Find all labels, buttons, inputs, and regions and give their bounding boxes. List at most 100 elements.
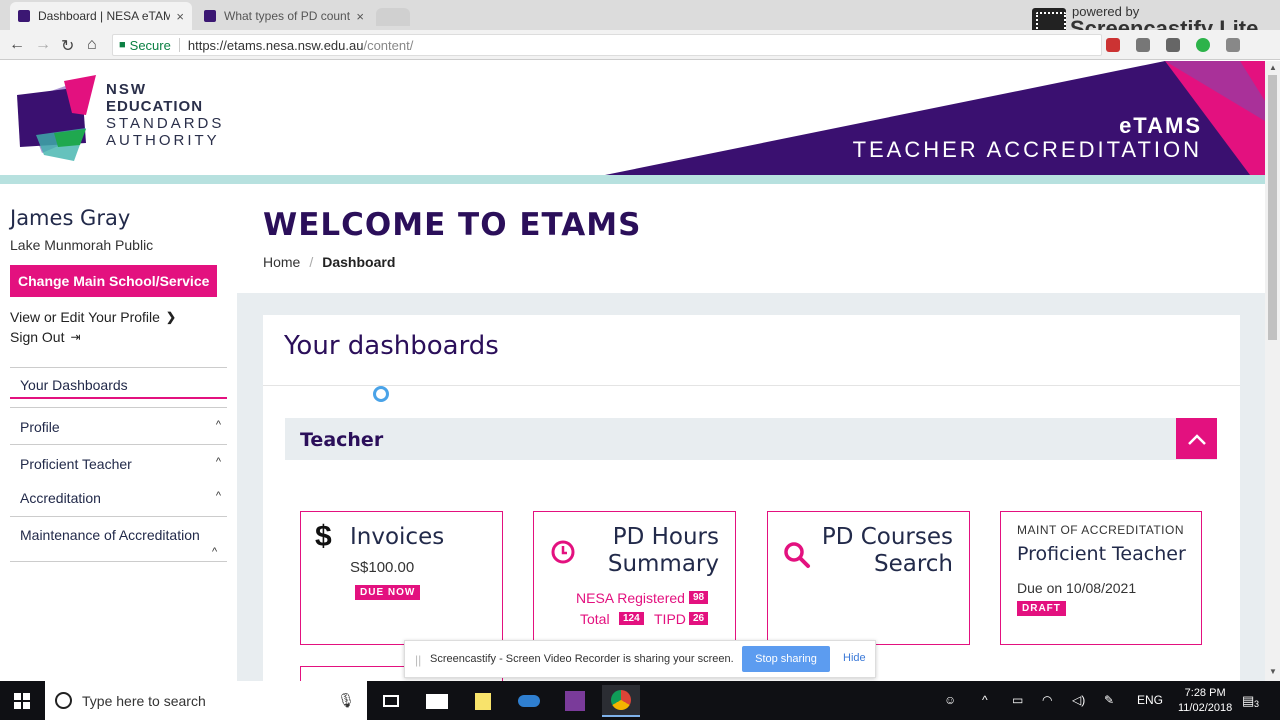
page-scrollbar[interactable]: ▲ ▼ bbox=[1265, 61, 1280, 681]
tab-pd-types[interactable]: What types of PD count | NESA × bbox=[196, 2, 372, 30]
divider bbox=[10, 444, 227, 445]
new-tab-button[interactable] bbox=[376, 8, 410, 26]
sidebar-item-profile[interactable]: Profile ^ bbox=[10, 419, 227, 435]
secure-label: Secure bbox=[129, 37, 171, 53]
divider bbox=[178, 38, 180, 52]
back-arrow-icon[interactable]: ← bbox=[9, 36, 25, 54]
nesa-logo bbox=[17, 75, 96, 161]
lock-icon: ■ bbox=[119, 39, 126, 51]
sidebar-item-your-dashboards[interactable]: Your Dashboards bbox=[10, 377, 227, 393]
taskbar-search-input[interactable]: Type here to search 🎙 bbox=[45, 681, 367, 720]
nesa-favicon-icon bbox=[204, 10, 216, 22]
microphone-icon[interactable]: 🎙 bbox=[337, 692, 355, 709]
sidebar-item-label: Your Dashboards bbox=[20, 377, 128, 393]
chevron-up-icon: ^ bbox=[215, 456, 221, 468]
status-badge: DUE NOW bbox=[355, 585, 421, 600]
battery-icon[interactable]: ▭ bbox=[1012, 693, 1023, 707]
view-profile-link[interactable]: View or Edit Your Profile ❯ bbox=[10, 309, 176, 325]
card-title: Invoices bbox=[350, 524, 445, 550]
pd-hours-card[interactable]: PD Hours Summary NESA Registered 98 Tota… bbox=[533, 511, 736, 645]
scroll-up-icon[interactable]: ▲ bbox=[1269, 63, 1277, 72]
reload-icon[interactable]: ↻ bbox=[61, 36, 74, 56]
tipd-value: 26 bbox=[689, 612, 709, 625]
search-placeholder: Type here to search bbox=[82, 692, 206, 709]
divider bbox=[10, 367, 227, 368]
breadcrumb: Home / Dashboard bbox=[263, 254, 395, 270]
app-title: eTAMS bbox=[1119, 113, 1202, 138]
tab-dashboard[interactable]: Dashboard | NESA eTAMS × bbox=[10, 2, 192, 30]
teacher-section-header bbox=[285, 418, 1217, 460]
sign-out-link[interactable]: Sign Out ⇥ bbox=[10, 329, 81, 345]
sidebar-item-label: Accreditation bbox=[20, 490, 101, 506]
home-icon[interactable]: ⌂ bbox=[87, 36, 97, 54]
chrome-icon[interactable] bbox=[602, 685, 640, 717]
extension-icon[interactable] bbox=[1136, 38, 1150, 52]
url-input[interactable]: ■ Secure https://etams.nesa.nsw.edu.au /… bbox=[112, 34, 1102, 56]
taskbar: Type here to search 🎙 ☺ ^ ▭ ◠ ◁) ✎ ENG 7… bbox=[0, 681, 1280, 720]
sidebar-item-label: Profile bbox=[20, 419, 60, 435]
stop-sharing-button[interactable]: Stop sharing bbox=[742, 646, 830, 672]
sidebar-item-proficient-teacher[interactable]: Proficient Teacher ^ bbox=[10, 456, 227, 472]
close-icon[interactable]: × bbox=[356, 9, 364, 24]
volume-icon[interactable]: ◁) bbox=[1072, 693, 1085, 707]
extension-icon[interactable] bbox=[1196, 38, 1210, 52]
logo-wordmark: NSW EDUCATION STANDARDS AUTHORITY bbox=[106, 81, 224, 149]
page-title: WELCOME TO ETAMS bbox=[263, 207, 642, 243]
logo-line: AUTHORITY bbox=[106, 132, 220, 149]
section-title: Teacher bbox=[300, 429, 384, 451]
sidebar: James Gray Lake Munmorah Public Change M… bbox=[0, 184, 237, 681]
screen-share-bar: || Screencastify - Screen Video Recorder… bbox=[404, 640, 876, 678]
clock-icon bbox=[551, 540, 575, 564]
invoices-card[interactable]: $ Invoices S$100.00 DUE NOW bbox=[300, 511, 503, 645]
onedrive-icon[interactable] bbox=[510, 685, 548, 717]
collapse-section-button[interactable] bbox=[1176, 418, 1217, 459]
sticky-notes-icon[interactable] bbox=[464, 685, 502, 717]
change-school-button[interactable]: Change Main School/Service bbox=[10, 265, 217, 297]
drag-handle[interactable]: || bbox=[415, 653, 421, 667]
logo-line: EDUCATION bbox=[106, 98, 204, 115]
divider bbox=[10, 561, 227, 562]
wifi-icon[interactable]: ◠ bbox=[1042, 693, 1052, 707]
forward-arrow-icon[interactable]: → bbox=[35, 36, 51, 54]
card-title-line: Summary bbox=[607, 551, 719, 577]
active-underline bbox=[10, 397, 227, 399]
onenote-icon[interactable] bbox=[556, 685, 594, 717]
language-indicator[interactable]: ENG bbox=[1137, 693, 1163, 707]
close-icon[interactable]: × bbox=[176, 9, 184, 24]
cursor-indicator-icon bbox=[373, 386, 389, 402]
chevron-up-icon[interactable]: ^ bbox=[982, 693, 988, 707]
pd-courses-card[interactable]: PD Courses Search bbox=[767, 511, 970, 645]
divider bbox=[263, 385, 1240, 386]
task-view-icon[interactable] bbox=[372, 685, 410, 717]
card-kicker: MAINT OF ACCREDITATION bbox=[1017, 523, 1185, 537]
mail-icon[interactable] bbox=[418, 685, 456, 717]
extension-icon[interactable] bbox=[1106, 38, 1120, 52]
scroll-down-icon[interactable]: ▼ bbox=[1269, 667, 1277, 676]
nesa-registered-label: NESA Registered bbox=[576, 590, 685, 606]
card-title: PD Hours Summary bbox=[608, 524, 719, 578]
people-icon[interactable]: ☺ bbox=[944, 693, 956, 707]
maintenance-card[interactable]: MAINT OF ACCREDITATION Proficient Teache… bbox=[1000, 511, 1202, 645]
breadcrumb-home[interactable]: Home bbox=[263, 254, 300, 270]
chevron-up-icon: ^ bbox=[215, 490, 221, 502]
view-profile-label: View or Edit Your Profile bbox=[10, 309, 160, 325]
windows-start-icon[interactable] bbox=[14, 693, 30, 709]
pen-icon[interactable]: ✎ bbox=[1104, 693, 1114, 707]
logo-line: STANDARDS bbox=[106, 115, 225, 132]
dollar-icon: $ bbox=[315, 520, 332, 553]
system-clock[interactable]: 7:28 PM 11/02/2018 bbox=[1178, 686, 1232, 716]
chevron-up-icon bbox=[1187, 433, 1206, 445]
scroll-thumb[interactable] bbox=[1268, 75, 1277, 340]
extension-icon[interactable] bbox=[1226, 38, 1240, 52]
chevron-up-icon[interactable]: ^ bbox=[212, 546, 217, 558]
total-label: Total bbox=[580, 611, 610, 627]
sign-out-label: Sign Out bbox=[10, 329, 65, 345]
header-strip bbox=[0, 175, 1265, 184]
card-title-line: PD Courses bbox=[821, 524, 953, 550]
sidebar-item-accreditation[interactable]: Accreditation ^ bbox=[10, 490, 227, 506]
sidebar-item-maintenance[interactable]: Maintenance of Accreditation bbox=[10, 527, 227, 543]
site-header: NSW EDUCATION STANDARDS AUTHORITY eTAMS … bbox=[0, 61, 1265, 175]
notifications-icon[interactable]: ▤ bbox=[1242, 693, 1254, 709]
hide-button[interactable]: Hide bbox=[843, 652, 866, 664]
extension-icon[interactable] bbox=[1166, 38, 1180, 52]
